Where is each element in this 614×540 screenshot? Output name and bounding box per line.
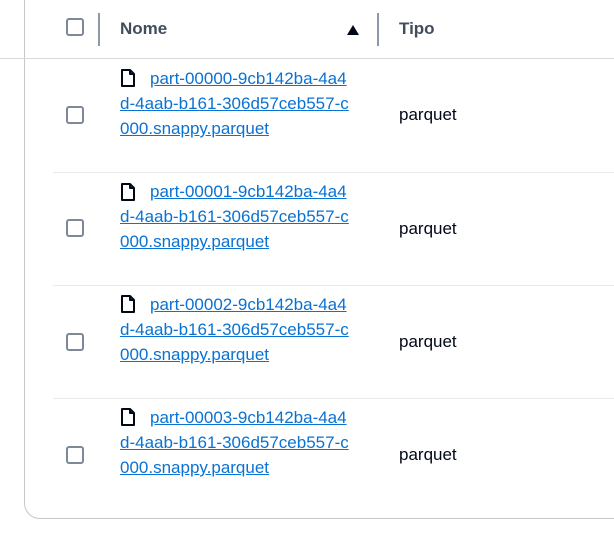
- row-checkbox[interactable]: [66, 333, 84, 351]
- file-name-link[interactable]: part-00000-9cb142ba-4a4d-4aab-b161-306d5…: [120, 66, 350, 141]
- table-header: Nome Tipo: [0, 0, 614, 59]
- file-type: parquet: [399, 332, 457, 351]
- table-row: part-00003-9cb142ba-4a4d-4aab-b161-306d5…: [0, 399, 614, 512]
- table-row: part-00000-9cb142ba-4a4d-4aab-b161-306d5…: [0, 59, 614, 173]
- column-header-type[interactable]: Tipo: [399, 19, 435, 39]
- file-name-link[interactable]: part-00003-9cb142ba-4a4d-4aab-b161-306d5…: [120, 405, 350, 480]
- file-type: parquet: [399, 219, 457, 238]
- row-checkbox[interactable]: [66, 106, 84, 124]
- file-type: parquet: [399, 105, 457, 124]
- file-type: parquet: [399, 445, 457, 464]
- file-name-link[interactable]: part-00001-9cb142ba-4a4d-4aab-b161-306d5…: [120, 179, 350, 254]
- column-header-name[interactable]: Nome: [120, 19, 167, 39]
- column-divider: [98, 13, 100, 46]
- row-checkbox[interactable]: [66, 219, 84, 237]
- select-all-checkbox[interactable]: [66, 18, 84, 36]
- sort-ascending-icon[interactable]: [347, 25, 359, 35]
- table-row: part-00001-9cb142ba-4a4d-4aab-b161-306d5…: [0, 173, 614, 286]
- table-row: part-00002-9cb142ba-4a4d-4aab-b161-306d5…: [0, 286, 614, 399]
- row-checkbox[interactable]: [66, 446, 84, 464]
- file-name-link[interactable]: part-00002-9cb142ba-4a4d-4aab-b161-306d5…: [120, 292, 350, 367]
- column-resize-handle[interactable]: [377, 13, 379, 46]
